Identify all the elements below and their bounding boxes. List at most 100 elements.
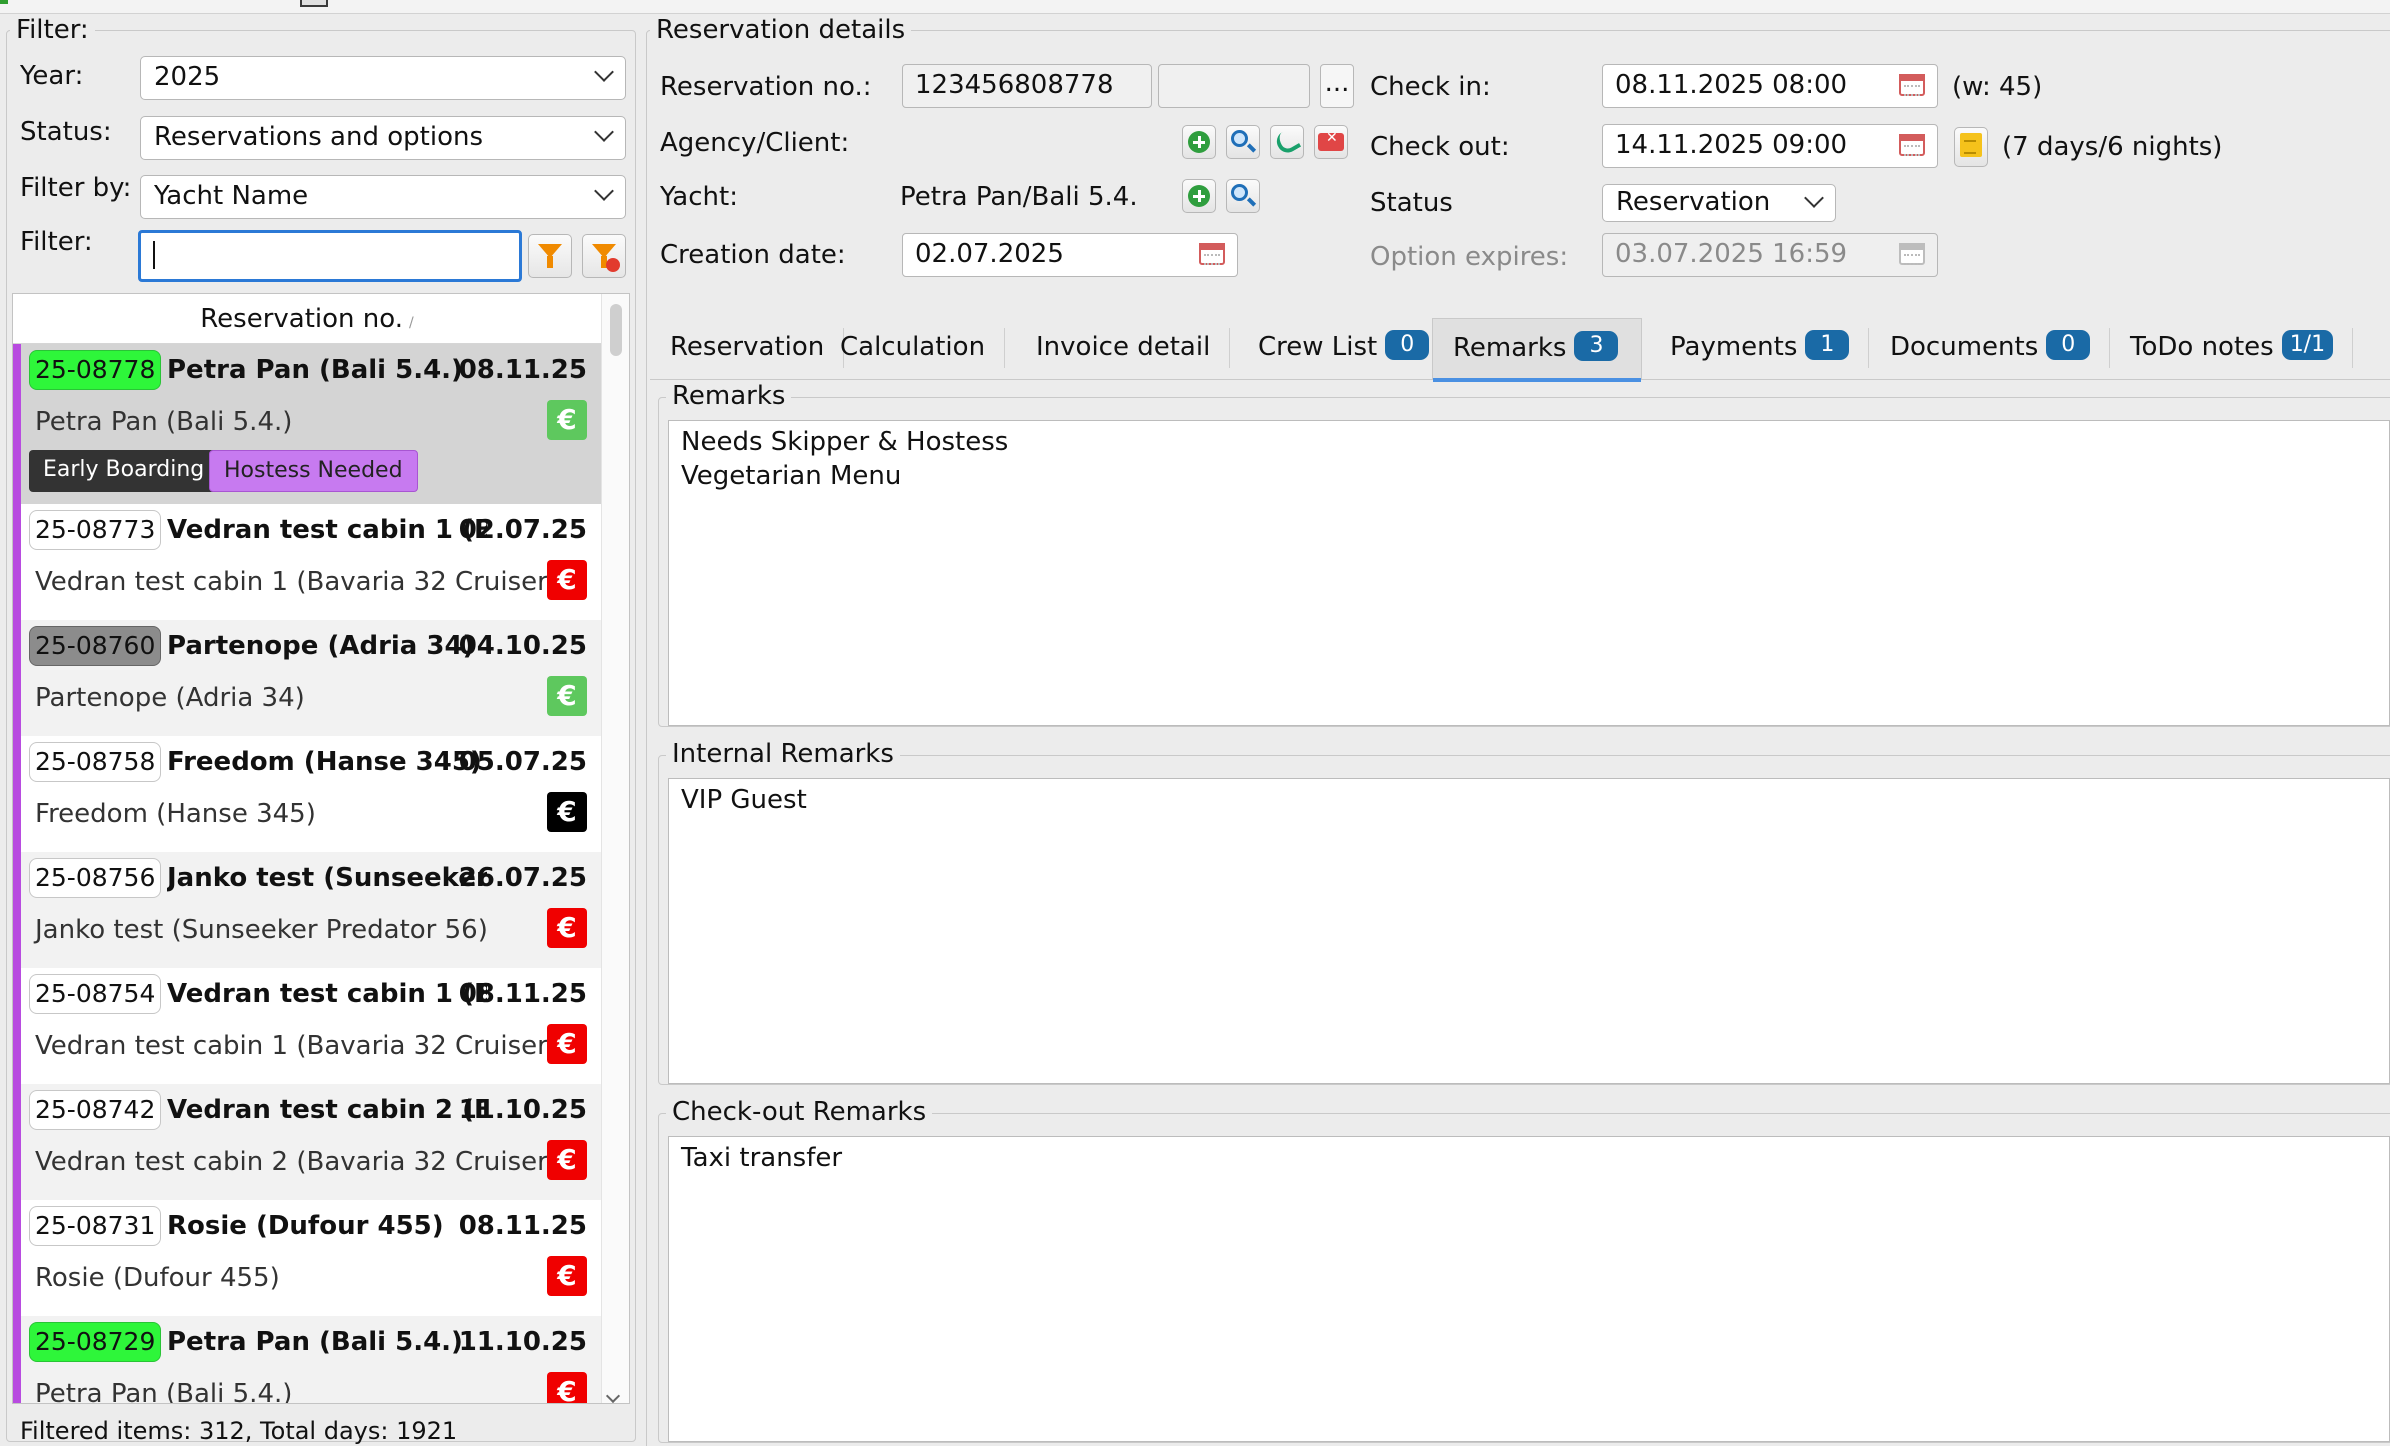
reservation-title: Freedom (Hanse 345) xyxy=(167,747,482,777)
list-scrollbar[interactable] xyxy=(601,294,629,1403)
reservation-title: Janko test (Sunseeker Pr xyxy=(167,863,487,893)
chevron-down-icon xyxy=(594,62,614,82)
reservation-date: 02.07.25 xyxy=(458,515,587,545)
reservation-yacht: Partenope (Adria 34) xyxy=(35,683,305,713)
list-item[interactable]: 25-08756Janko test (Sunseeker Pr26.07.25… xyxy=(13,852,601,968)
year-select[interactable]: 2025 xyxy=(140,56,626,100)
calendar-icon[interactable] xyxy=(1199,243,1225,265)
funnel-clear-icon xyxy=(592,244,616,268)
tag-hostess-needed: Hostess Needed xyxy=(209,450,418,492)
reservation-date: 08.11.25 xyxy=(458,1211,587,1241)
clear-filter-button[interactable] xyxy=(582,234,626,278)
crew-list-count-badge: 0 xyxy=(1385,329,1430,360)
tab-remarks[interactable]: Remarks 3 xyxy=(1432,318,1642,382)
more-button[interactable]: ... xyxy=(1320,64,1354,108)
internal-remarks-textarea[interactable]: VIP Guest xyxy=(668,778,2390,1084)
search-yacht-button[interactable] xyxy=(1226,179,1260,213)
tab-reservation[interactable]: Reservation xyxy=(650,318,845,380)
scroll-down-arrow-icon[interactable] xyxy=(605,1388,621,1403)
reservation-yacht: Petra Pan (Bali 5.4.) xyxy=(35,1379,293,1404)
reservation-date: 26.07.25 xyxy=(458,863,587,893)
tag-early-boarding: Early Boarding xyxy=(29,450,219,492)
agency-label: Agency/Client: xyxy=(660,128,850,158)
reservation-yacht: Janko test (Sunseeker Predator 56) xyxy=(35,915,488,945)
payment-status-euro-icon: € xyxy=(547,908,587,948)
filterby-label: Filter by: xyxy=(20,173,132,203)
checkout-label: Check out: xyxy=(1370,132,1510,162)
reservation-title: Vedran test cabin 1 (Bavar xyxy=(167,979,487,1009)
reservation-date: 08.11.25 xyxy=(458,355,587,385)
reservation-no-chip: 25-08754 xyxy=(29,974,162,1014)
remarks-count-badge: 3 xyxy=(1574,330,1619,361)
calendar-icon[interactable] xyxy=(1899,74,1925,96)
year-value: 2025 xyxy=(154,62,221,92)
search-client-button[interactable] xyxy=(1226,125,1260,159)
creation-date-field[interactable]: 02.07.2025 xyxy=(902,233,1238,277)
reservation-list[interactable]: Reservation no./ 25-08778 Petra Pan (Bali… xyxy=(12,293,630,1404)
list-item[interactable]: 25-08742Vedran test cabin 2 (Bavar11.10.… xyxy=(13,1084,601,1200)
details-tabs: Reservation Calculation Invoice detail C… xyxy=(650,318,2390,382)
filter-input[interactable] xyxy=(138,230,522,282)
search-icon xyxy=(1231,184,1248,201)
add-client-button[interactable] xyxy=(1182,125,1216,159)
list-header-reservation-no[interactable]: Reservation no. / xyxy=(13,294,601,344)
reservation-type-bar xyxy=(13,344,21,504)
checkout-field[interactable]: 14.11.2025 09:00 xyxy=(1602,124,1938,168)
calendar-icon[interactable] xyxy=(1899,134,1925,156)
apply-filter-button[interactable] xyxy=(528,234,572,278)
list-item[interactable]: 25-08778 Petra Pan (Bali 5.4.) 08.11.25 Pet… xyxy=(13,344,601,504)
call-client-button[interactable] xyxy=(1270,125,1304,159)
top-strip xyxy=(0,0,2390,14)
tab-invoice-detail[interactable]: Invoice detail xyxy=(1016,318,1231,380)
payment-status-euro-icon: € xyxy=(547,676,587,716)
add-yacht-button[interactable] xyxy=(1182,179,1216,213)
reservation-date: 11.10.25 xyxy=(458,1095,587,1125)
reservation-status-select[interactable]: Reservation xyxy=(1602,184,1836,222)
remarks-textarea[interactable]: Needs Skipper & Hostess Vegetarian Menu xyxy=(668,420,2390,726)
reservation-no-field[interactable]: 123456808778 xyxy=(902,64,1152,108)
status-select[interactable]: Reservations and options xyxy=(140,116,626,160)
reservation-title: Vedran test cabin 2 (Bavar xyxy=(167,1095,487,1125)
reservation-type-bar xyxy=(13,1316,21,1403)
filterby-select[interactable]: Yacht Name xyxy=(140,175,626,219)
scrollbar-thumb[interactable] xyxy=(610,304,622,356)
remarks-legend: Remarks xyxy=(666,381,792,411)
reservation-yacht: Rosie (Dufour 455) xyxy=(35,1263,280,1293)
reservation-no-extra-field[interactable] xyxy=(1158,64,1310,108)
list-item[interactable]: 25-08760 Partenope (Adria 34) 04.10.25 Part… xyxy=(13,620,601,736)
list-item[interactable]: 25-08758 Freedom (Hanse 345) 05.07.25 Freed… xyxy=(13,736,601,852)
checkout-remarks-legend: Check-out Remarks xyxy=(666,1097,933,1127)
list-item[interactable]: 25-08773Vedran test cabin 1 (Bavar02.07.… xyxy=(13,504,601,620)
tab-todo-notes[interactable]: ToDo notes 1/1 xyxy=(2110,318,2354,380)
reservation-date: 11.10.25 xyxy=(458,1327,587,1357)
reservation-date: 08.11.25 xyxy=(458,979,587,1009)
reservation-type-bar xyxy=(13,968,21,1084)
checkout-remarks-textarea[interactable]: Taxi transfer xyxy=(668,1136,2390,1442)
list-item[interactable]: 25-08754Vedran test cabin 1 (Bavar08.11.… xyxy=(13,968,601,1084)
reservation-type-bar xyxy=(13,736,21,852)
reservation-title: Petra Pan (Bali 5.4.) xyxy=(167,355,463,385)
tab-calculation[interactable]: Calculation xyxy=(820,318,1006,380)
reservation-yacht: Vedran test cabin 1 (Bavaria 32 Cruiser) xyxy=(35,567,558,597)
tab-payments[interactable]: Payments 1 xyxy=(1650,318,1870,380)
remove-client-button[interactable] xyxy=(1314,125,1348,159)
reservation-yacht: Vedran test cabin 2 (Bavaria 32 Cruiser) xyxy=(35,1147,558,1177)
filter-legend: Filter: xyxy=(10,15,95,45)
reservation-no-chip: 25-08778 xyxy=(29,350,162,390)
reservation-yacht: Freedom (Hanse 345) xyxy=(35,799,316,829)
reservation-title: Petra Pan (Bali 5.4.) xyxy=(167,1327,463,1357)
sticky-note-icon xyxy=(1960,133,1982,157)
checkout-note-button[interactable] xyxy=(1954,127,1988,167)
toolbar-icon[interactable] xyxy=(300,0,328,7)
list-item[interactable]: 25-08731 Rosie (Dufour 455) 08.11.25 Rosie … xyxy=(13,1200,601,1316)
tab-documents[interactable]: Documents 0 xyxy=(1870,318,2111,380)
checkin-field[interactable]: 08.11.2025 08:00 xyxy=(1602,64,1938,108)
remove-badge-icon xyxy=(606,258,620,272)
reservation-title: Vedran test cabin 1 (Bavar xyxy=(167,515,487,545)
list-item[interactable]: 25-08729 Petra Pan (Bali 5.4.) 11.10.25 Pet… xyxy=(13,1316,601,1404)
sort-indicator-icon: / xyxy=(409,315,414,331)
chevron-down-icon xyxy=(594,122,614,142)
chevron-down-icon xyxy=(594,181,614,201)
payment-status-euro-icon: € xyxy=(547,1372,587,1403)
tab-crew-list[interactable]: Crew List 0 xyxy=(1238,318,1450,380)
